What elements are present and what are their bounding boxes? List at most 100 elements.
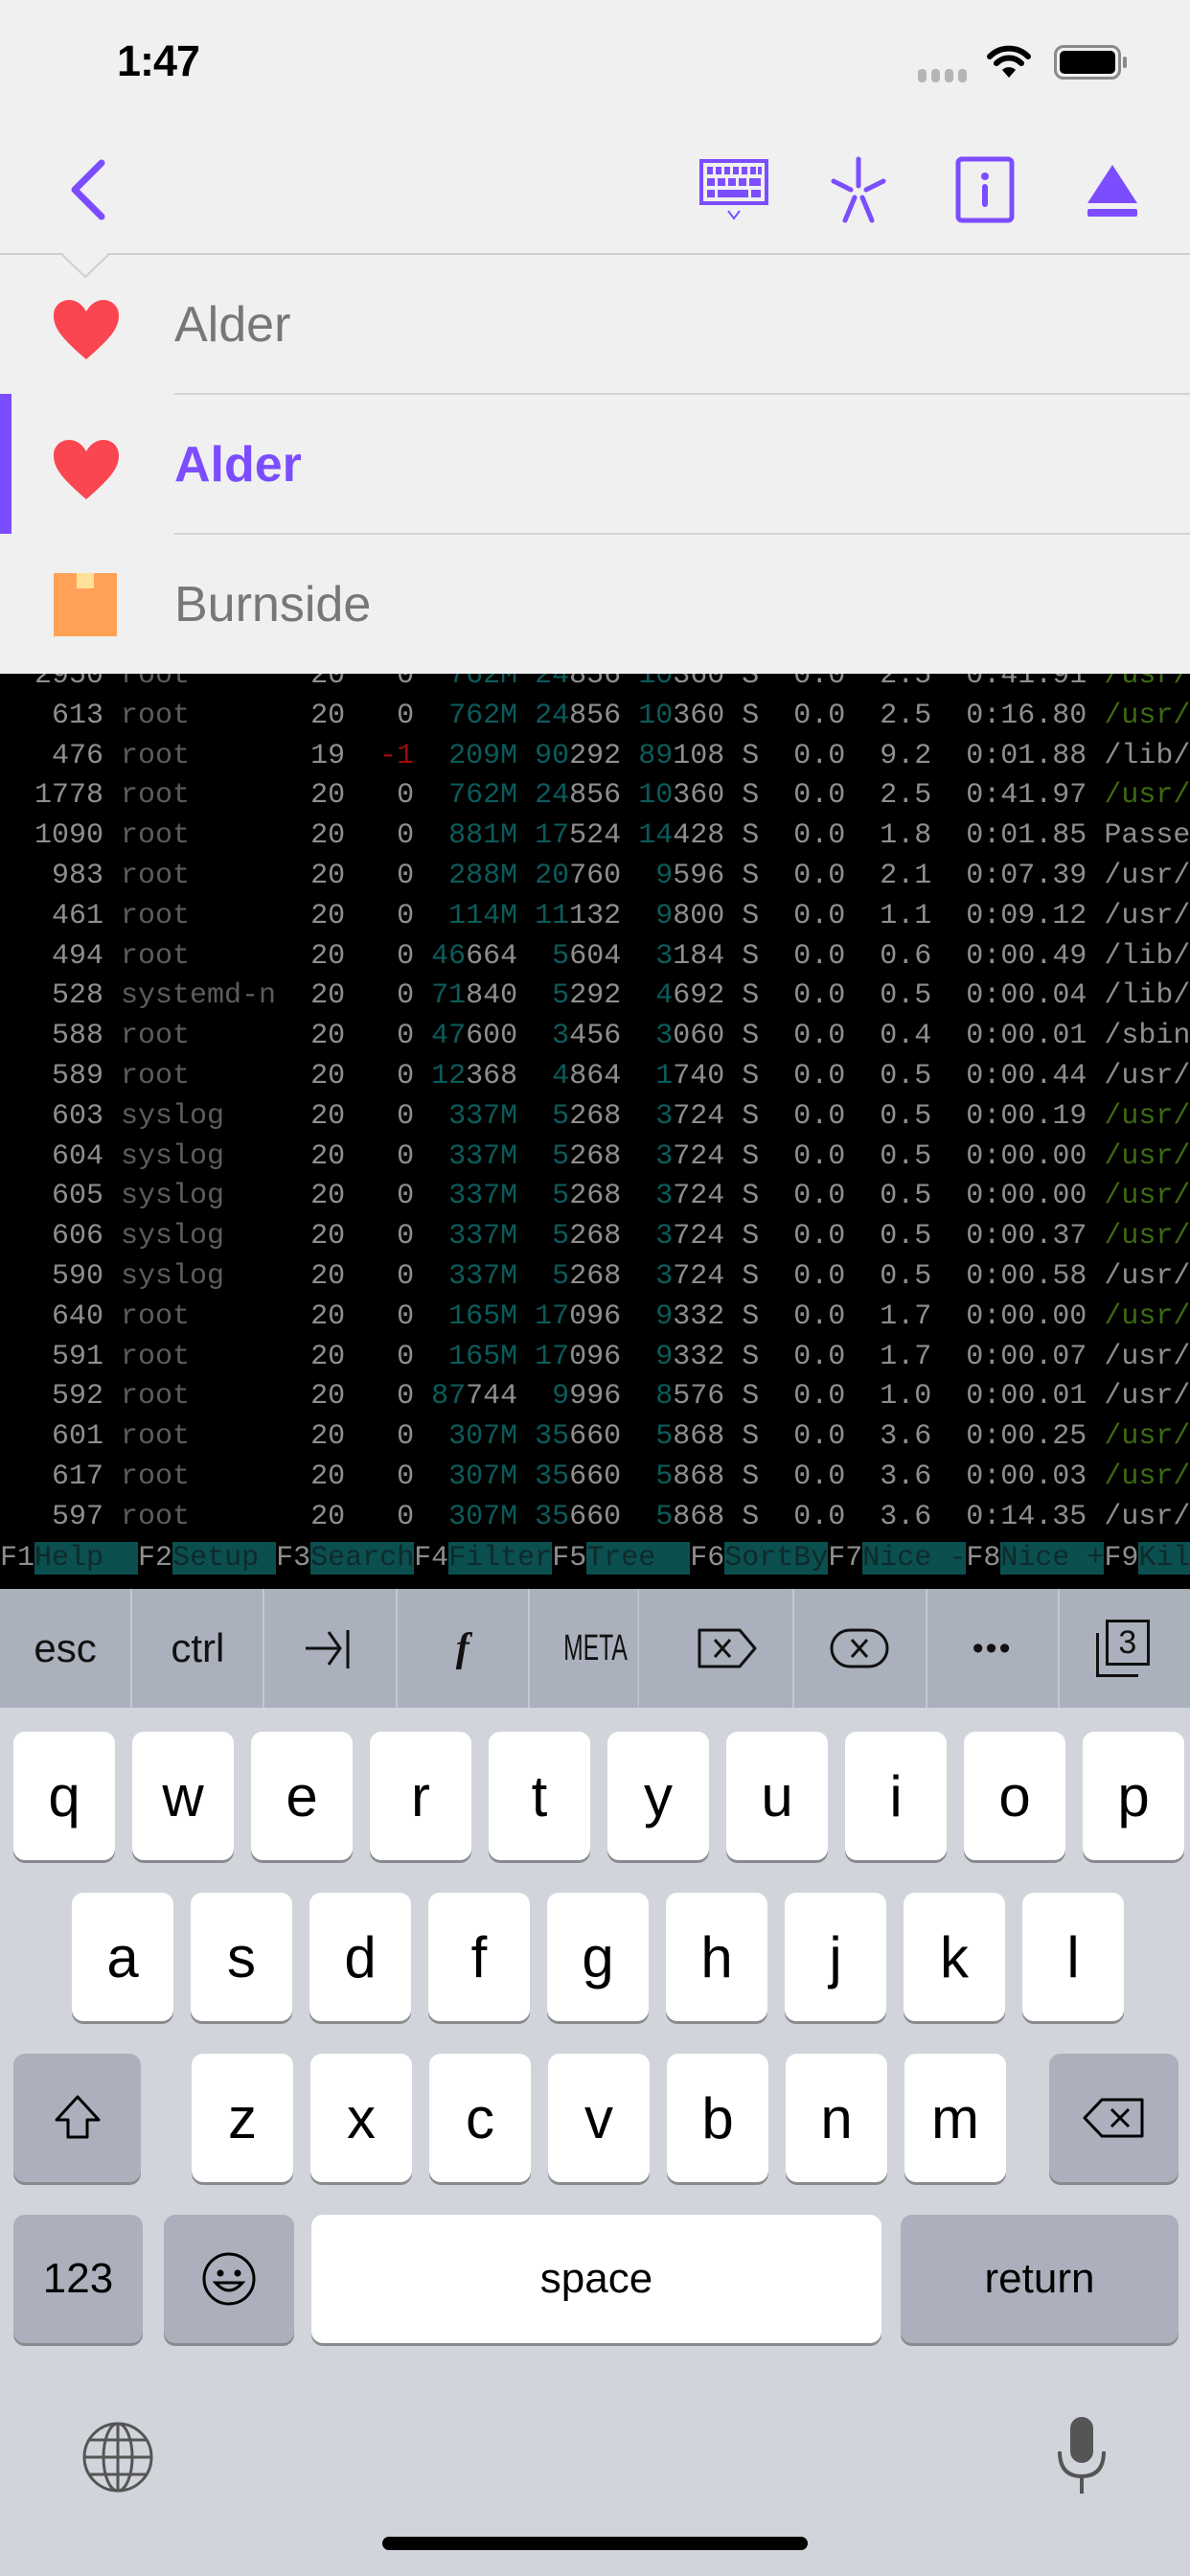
function-key-bar: F1Help F2Setup F3SearchF4FilterF5Tree F6… <box>0 1538 1190 1578</box>
process-row[interactable]: 597 root 20 0 307M 35660 5868 S 0.0 3.6 … <box>0 1497 1190 1537</box>
menu-item-burnside[interactable]: Burnside <box>0 535 1190 675</box>
function-key[interactable]: f <box>398 1589 530 1708</box>
mem-value: 9 <box>552 1380 570 1414</box>
key-l[interactable]: l <box>1022 1893 1124 2021</box>
sessions-key[interactable]: 3 <box>1060 1589 1190 1708</box>
key-r[interactable]: r <box>370 1732 471 1860</box>
key-m[interactable]: m <box>904 2054 1006 2182</box>
asterisk-button[interactable] <box>822 153 895 226</box>
process-row[interactable]: 603 syslog 20 0 337M 5268 3724 S 0.0 0.5… <box>0 1096 1190 1137</box>
process-row[interactable]: 476 root 19 -1 209M 90292 89108 S 0.0 9.… <box>0 736 1190 776</box>
function-key-kill[interactable]: Kill <box>1138 1541 1190 1575</box>
process-row[interactable]: 1090 root 20 0 881M 17524 14428 S 0.0 1.… <box>0 816 1190 856</box>
priority: 19 <box>276 739 363 772</box>
shift-key[interactable] <box>13 2054 141 2182</box>
process-row[interactable]: 605 syslog 20 0 337M 5268 3724 S 0.0 0.5… <box>0 1176 1190 1216</box>
return-key[interactable]: return <box>901 2215 1179 2343</box>
process-row[interactable]: 606 syslog 20 0 337M 5268 3724 S 0.0 0.5… <box>0 1216 1190 1256</box>
esc-key[interactable]: esc <box>0 1589 133 1708</box>
space-key[interactable]: space <box>311 2215 881 2343</box>
key-i[interactable]: i <box>845 1732 947 1860</box>
tab-key[interactable] <box>264 1589 398 1708</box>
function-key-filter[interactable]: Filter <box>448 1541 553 1575</box>
backspace-key[interactable] <box>1049 2054 1179 2182</box>
mem-value: 881M <box>448 819 518 853</box>
process-row[interactable]: 640 root 20 0 165M 17096 9332 S 0.0 1.7 … <box>0 1297 1190 1337</box>
function-key-help[interactable]: Help <box>34 1541 139 1575</box>
ctrl-key[interactable]: ctrl <box>132 1589 265 1708</box>
key-q[interactable]: q <box>13 1732 115 1860</box>
function-key-setup[interactable]: Setup <box>172 1541 277 1575</box>
tab-icon <box>305 1630 350 1668</box>
process-row[interactable]: 617 root 20 0 307M 35660 5868 S 0.0 3.6 … <box>0 1457 1190 1497</box>
key-k[interactable]: k <box>904 1893 1005 2021</box>
mem-value: 24 <box>535 779 570 813</box>
process-row[interactable]: 613 root 20 0 762M 24856 10360 S 0.0 2.5… <box>0 696 1190 736</box>
process-row[interactable]: 494 root 20 0 46664 5604 3184 S 0.0 0.6 … <box>0 936 1190 977</box>
hide-keyboard-button[interactable] <box>698 153 770 226</box>
eject-button[interactable] <box>1076 153 1149 226</box>
key-y[interactable]: y <box>607 1732 709 1860</box>
globe-icon[interactable] <box>80 2420 155 2495</box>
clear-key[interactable] <box>794 1589 927 1708</box>
process-row[interactable]: 590 syslog 20 0 337M 5268 3724 S 0.0 0.5… <box>0 1256 1190 1297</box>
key-u[interactable]: u <box>726 1732 828 1860</box>
key-a[interactable]: a <box>72 1893 173 2021</box>
key-c[interactable]: c <box>429 2054 531 2182</box>
process-row[interactable]: 592 root 20 0 87744 9996 8576 S 0.0 1.0 … <box>0 1376 1190 1416</box>
pid: 1090 <box>0 819 122 853</box>
microphone-icon[interactable] <box>1054 2413 1110 2499</box>
mem-value: 24 <box>535 699 570 732</box>
key-f[interactable]: f <box>428 1893 530 2021</box>
mem-value: 10 <box>638 779 674 813</box>
key-d[interactable]: d <box>309 1893 411 2021</box>
emoji-key[interactable] <box>164 2215 294 2343</box>
process-row[interactable]: 983 root 20 0 288M 20760 9596 S 0.0 2.1 … <box>0 856 1190 896</box>
process-row[interactable]: 1778 root 20 0 762M 24856 10360 S 0.0 2.… <box>0 775 1190 816</box>
key-g[interactable]: g <box>547 1893 649 2021</box>
back-button[interactable] <box>63 158 111 221</box>
numbers-key[interactable]: 123 <box>13 2215 143 2343</box>
process-row[interactable]: 604 syslog 20 0 337M 5268 3724 S 0.0 0.5… <box>0 1137 1190 1177</box>
function-key-tree[interactable]: Tree <box>586 1541 691 1575</box>
process-row[interactable]: 461 root 20 0 114M 11132 9800 S 0.0 1.1 … <box>0 896 1190 936</box>
function-key-nice-[interactable]: Nice - <box>862 1541 967 1575</box>
key-s[interactable]: s <box>191 1893 292 2021</box>
menu-item-alder-2[interactable]: Alder <box>0 395 1190 535</box>
function-key-search[interactable]: Search <box>310 1541 415 1575</box>
key-t[interactable]: t <box>489 1732 590 1860</box>
key-b[interactable]: b <box>667 2054 768 2182</box>
terminal-htop[interactable]: 2950 root 20 0 762M 24856 10360 S 0.0 2.… <box>0 656 1190 1589</box>
more-key[interactable]: ••• <box>927 1589 1060 1708</box>
process-row[interactable]: 588 root 20 0 47600 3456 3060 S 0.0 0.4 … <box>0 1016 1190 1056</box>
key-n[interactable]: n <box>786 2054 887 2182</box>
process-row[interactable]: 528 systemd-n 20 0 71840 5292 4692 S 0.0… <box>0 976 1190 1016</box>
key-j[interactable]: j <box>785 1893 886 2021</box>
function-key-nice-[interactable]: Nice + <box>1000 1541 1105 1575</box>
key-w[interactable]: w <box>132 1732 234 1860</box>
process-row[interactable]: 601 root 20 0 307M 35660 5868 S 0.0 3.6 … <box>0 1416 1190 1457</box>
key-o[interactable]: o <box>964 1732 1065 1860</box>
delete-forward-key[interactable] <box>662 1589 795 1708</box>
process-row[interactable]: 591 root 20 0 165M 17096 9332 S 0.0 1.7 … <box>0 1337 1190 1377</box>
process-row[interactable]: 589 root 20 0 12368 4864 1740 S 0.0 0.5 … <box>0 1056 1190 1096</box>
key-x[interactable]: x <box>310 2054 412 2182</box>
info-button[interactable] <box>949 153 1021 226</box>
priority: 20 <box>276 1340 363 1373</box>
key-e[interactable]: e <box>251 1732 353 1860</box>
key-p[interactable]: p <box>1083 1732 1184 1860</box>
key-v[interactable]: v <box>548 2054 650 2182</box>
meta-key[interactable]: META <box>553 1589 639 1708</box>
priority: 20 <box>276 860 363 892</box>
key-h[interactable]: h <box>666 1893 767 2021</box>
function-key-number: F4 <box>414 1541 449 1575</box>
delete-forward-icon <box>698 1628 757 1668</box>
function-key-sortby[interactable]: SortBy <box>724 1541 829 1575</box>
key-z[interactable]: z <box>192 2054 293 2182</box>
menu-item-alder-1[interactable]: Alder <box>0 255 1190 395</box>
